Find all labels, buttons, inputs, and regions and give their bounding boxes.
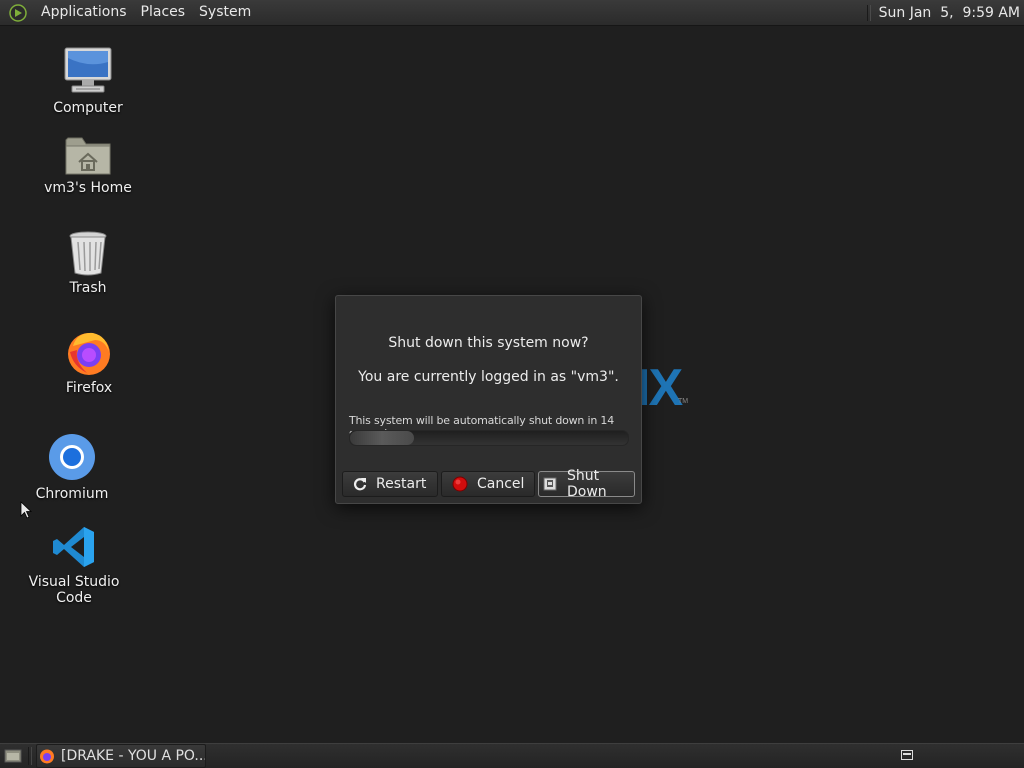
clock-area: Sun Jan 5, 9:59 AM — [866, 0, 1024, 25]
firefox-icon — [39, 748, 55, 764]
panel-separator — [866, 4, 871, 21]
menu-places[interactable]: Places — [134, 0, 193, 25]
restart-button-label: Restart — [376, 476, 427, 492]
computer-icon — [28, 42, 148, 96]
shutdown-button[interactable]: Shut Down — [538, 468, 635, 500]
desktop-icon-label: Trash — [69, 280, 107, 296]
cancel-button-label: Cancel — [477, 476, 525, 492]
desktop-icon-trash[interactable]: Trash — [28, 222, 148, 296]
taskbar-window-title: [DRAKE - YOU A PO... — [61, 748, 206, 764]
panel-separator — [28, 747, 32, 765]
countdown-progress-bar — [349, 430, 629, 446]
distro-logo-icon[interactable] — [8, 3, 28, 23]
desktop-icon-label: Firefox — [65, 380, 113, 396]
desktop-icon-label: Chromium — [35, 486, 109, 502]
desktop-icon-label: Visual Studio Code — [28, 574, 120, 606]
progress-fill — [350, 431, 414, 445]
bottom-panel: [DRAKE - YOU A PO... — [0, 743, 1024, 768]
dialog-logged-in-text: You are currently logged in as "vm3". — [358, 369, 619, 385]
desktop-icon-chromium[interactable]: Chromium — [12, 428, 132, 502]
chromium-icon — [12, 428, 132, 482]
restart-button[interactable]: Restart — [342, 471, 438, 497]
stop-icon — [452, 476, 468, 492]
cancel-button[interactable]: Cancel — [441, 471, 535, 497]
restart-icon — [353, 477, 367, 491]
taskbar-window-button[interactable]: [DRAKE - YOU A PO... — [36, 744, 206, 768]
shutdown-button-label: Shut Down — [567, 468, 607, 500]
show-desktop-icon[interactable] — [2, 745, 24, 767]
trash-icon — [28, 222, 148, 276]
dialog-button-row: Restart Cancel Shut Down — [342, 468, 635, 500]
top-panel: Applications Places System Sun Jan 5, 9:… — [0, 0, 1024, 26]
desktop-icon-label: vm3's Home — [44, 180, 132, 196]
menu-system[interactable]: System — [192, 0, 258, 25]
mouse-cursor-icon — [20, 501, 33, 523]
shutdown-icon — [543, 477, 557, 491]
firefox-icon — [29, 322, 149, 376]
clock[interactable]: Sun Jan 5, 9:59 AM — [879, 5, 1024, 21]
desktop-icon-computer[interactable]: Computer — [28, 42, 148, 116]
desktop-icon-label: Computer — [53, 100, 123, 116]
desktop-icon-vscode[interactable]: Visual Studio Code — [14, 516, 134, 606]
home-folder-icon — [28, 122, 148, 176]
dialog-title: Shut down this system now? — [388, 335, 589, 351]
workspace-switcher-icon[interactable] — [900, 748, 914, 762]
wallpaper-logo-trademark: TM — [678, 398, 689, 405]
vscode-icon — [14, 516, 134, 570]
wallpaper-logo: IX — [636, 359, 683, 417]
shutdown-dialog: Shut down this system now? You are curre… — [335, 295, 642, 504]
desktop-icon-firefox[interactable]: Firefox — [29, 322, 149, 396]
menu-applications[interactable]: Applications — [34, 0, 134, 25]
desktop-icon-home[interactable]: vm3's Home — [28, 122, 148, 196]
